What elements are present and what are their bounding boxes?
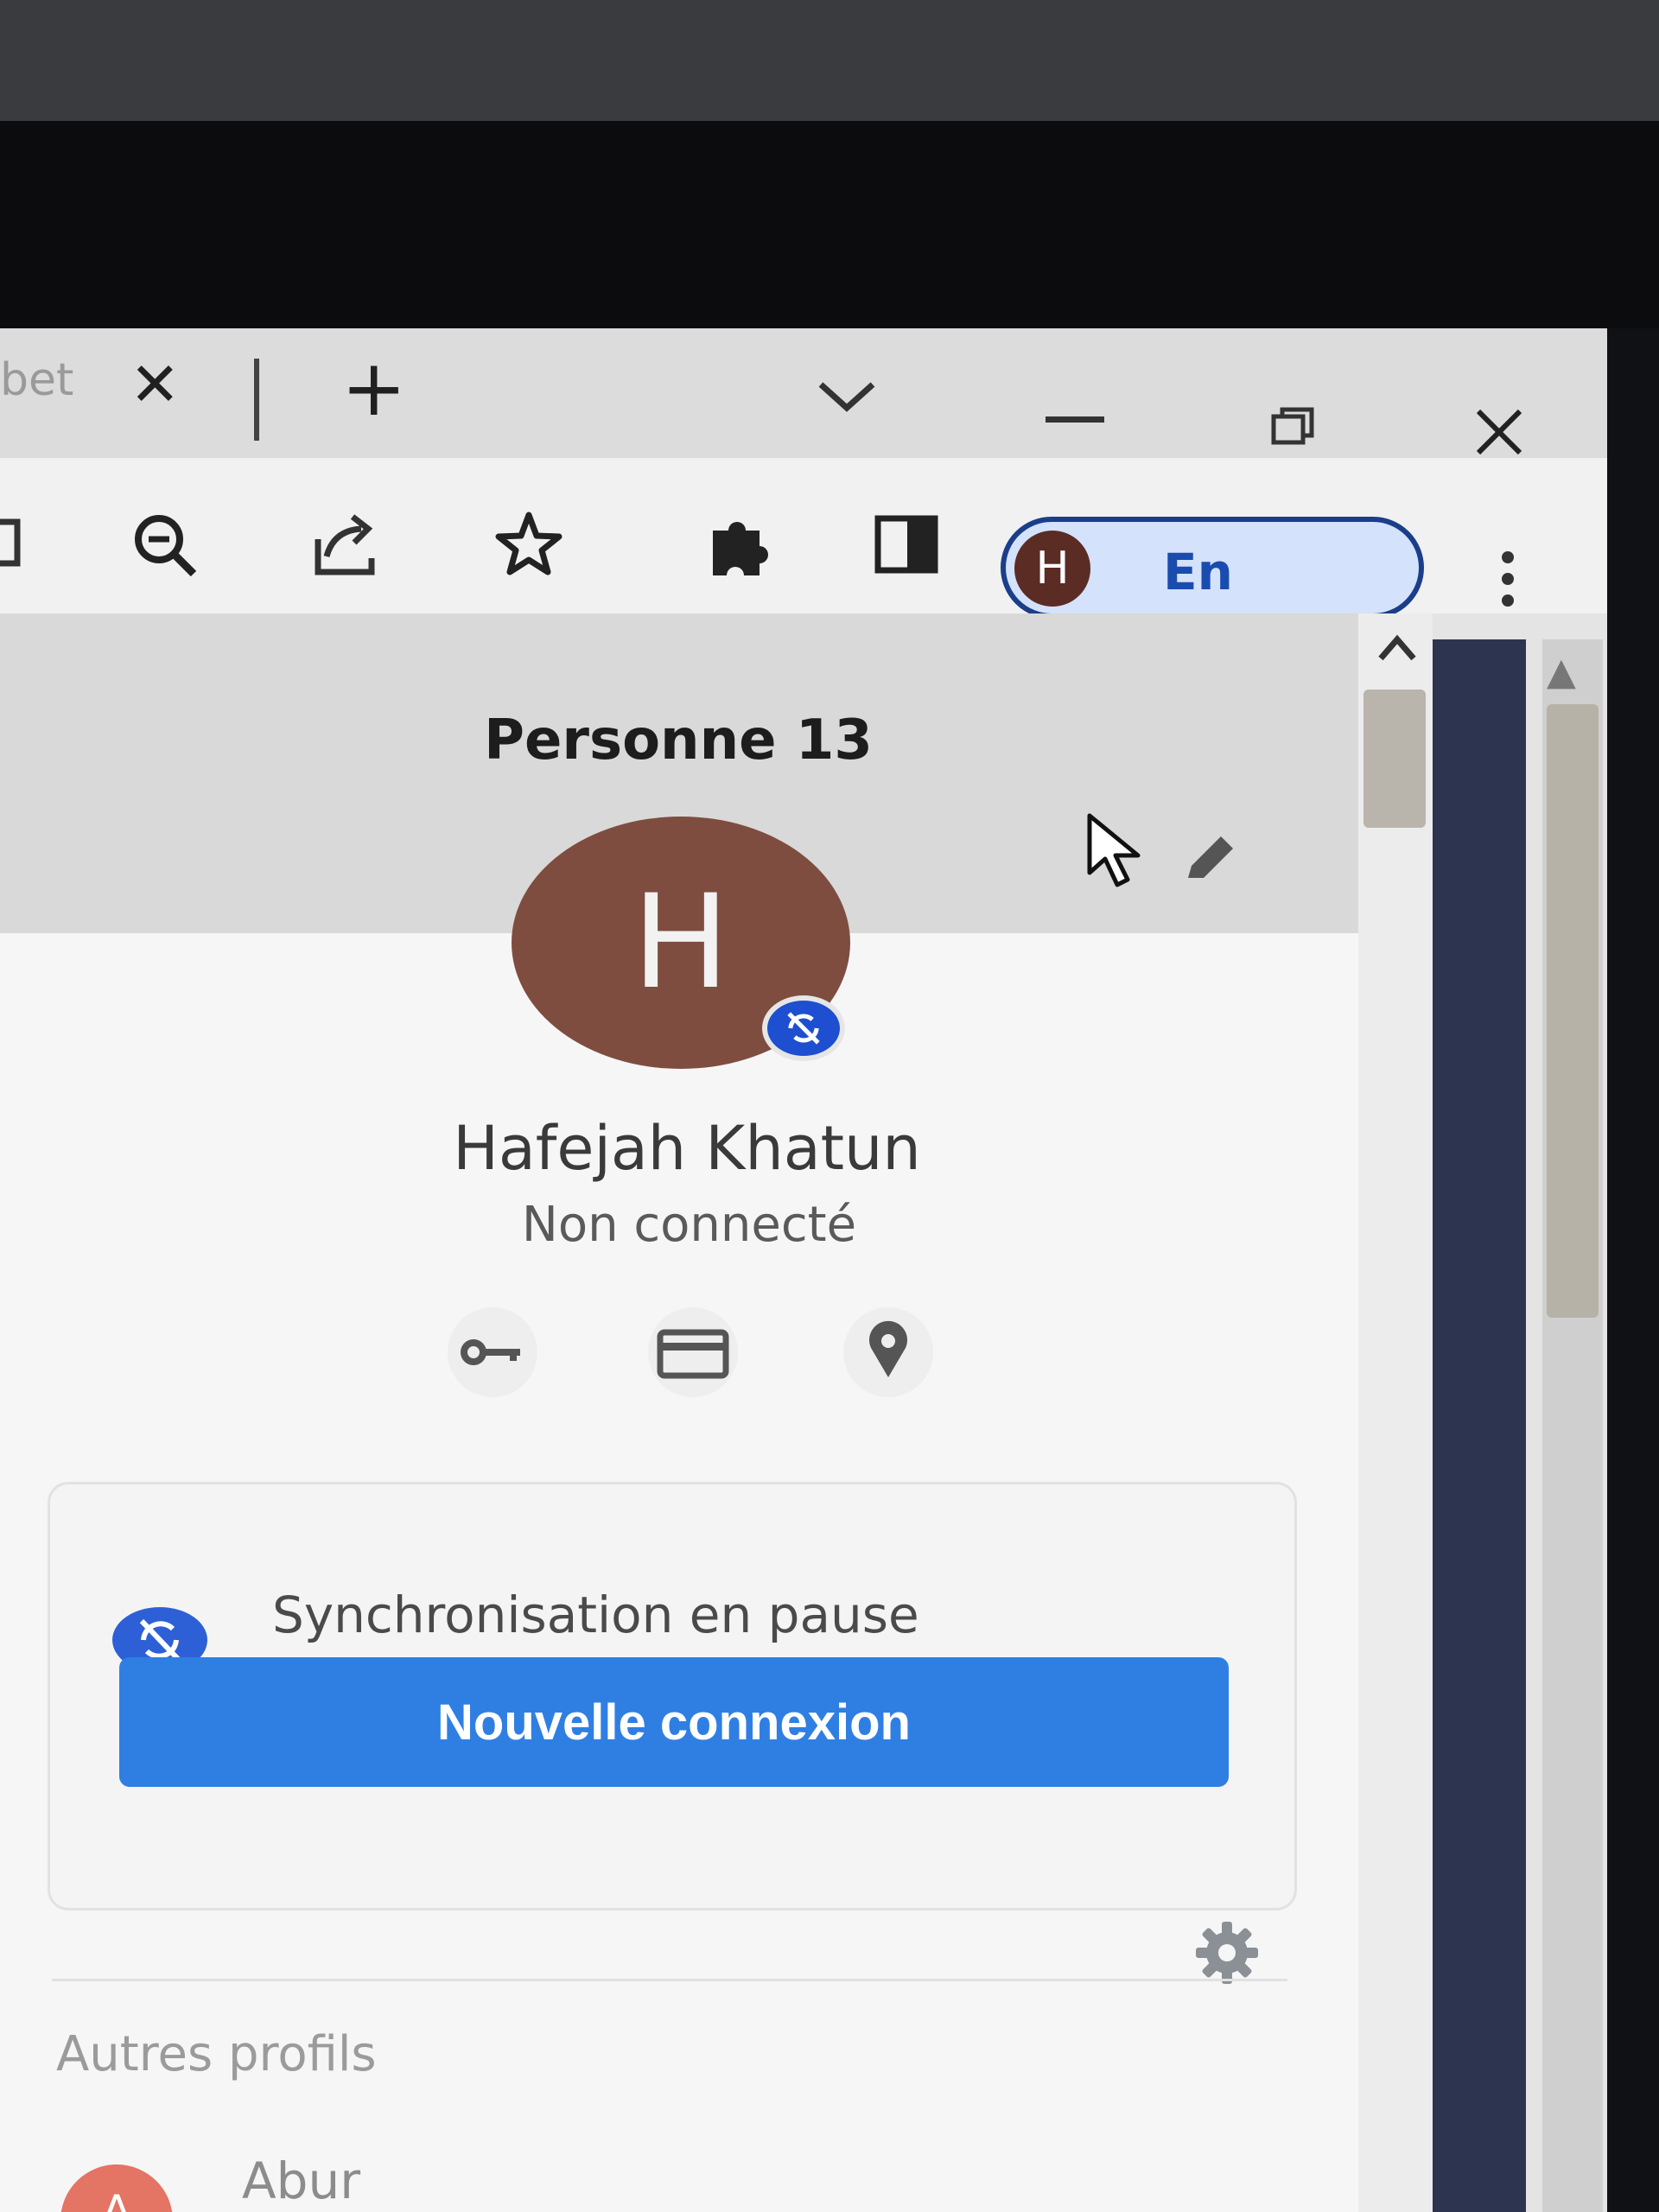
tab-strip xyxy=(0,328,1607,458)
sync-status-label: Synchronisation en pause xyxy=(272,1586,919,1644)
zoom-out-icon[interactable] xyxy=(130,510,199,579)
tab-title[interactable]: bet xyxy=(0,354,73,406)
more-menu-icon[interactable] xyxy=(1499,549,1516,609)
profile-title: Personne 13 xyxy=(484,709,873,772)
page-side-strip xyxy=(1433,639,1526,2212)
tab-close-icon[interactable]: ✕ xyxy=(130,354,181,415)
screen-bezel-right xyxy=(1607,328,1659,2212)
profile-button[interactable]: H En pause xyxy=(1001,517,1424,660)
page-scroll-up-icon[interactable]: ▲ xyxy=(1547,650,1576,694)
tab-separator xyxy=(254,359,259,441)
screen-bezel-top xyxy=(0,0,1659,121)
menu-scroll-up-icon[interactable] xyxy=(1376,631,1419,665)
new-tab-button[interactable]: + xyxy=(341,350,406,428)
menu-divider xyxy=(52,1979,1287,1981)
passwords-key-icon[interactable] xyxy=(441,1305,544,1400)
profile-menu: Personne 13 H Hafejah Khatun Non connect… xyxy=(0,613,1358,2212)
tab-search-chevron-icon[interactable] xyxy=(817,380,877,415)
menu-scrollbar[interactable] xyxy=(1358,613,1433,2212)
reconnect-button[interactable]: Nouvelle connexion xyxy=(119,1657,1229,1787)
edit-pencil-icon[interactable] xyxy=(1179,830,1240,890)
profile-avatar: H xyxy=(1014,531,1090,607)
extensions-icon[interactable] xyxy=(704,510,773,579)
other-profile-name[interactable]: Abur xyxy=(242,2152,360,2210)
sync-paused-icon xyxy=(762,995,845,1061)
user-name: Hafejah Khatun xyxy=(453,1113,921,1184)
bookmark-star-icon[interactable] xyxy=(494,510,563,579)
screenshot-icon[interactable] xyxy=(0,510,35,579)
other-profiles-heading: Autres profils xyxy=(56,2026,377,2082)
minimize-button[interactable] xyxy=(1046,416,1104,423)
sign-in-status: Non connecté xyxy=(521,1197,857,1253)
gear-icon[interactable] xyxy=(1192,1918,1262,1987)
restore-button[interactable] xyxy=(1270,406,1315,446)
window-close-button[interactable] xyxy=(1473,406,1525,458)
other-profile-avatar[interactable]: A xyxy=(60,2164,173,2212)
addresses-location-icon[interactable] xyxy=(836,1305,940,1400)
mouse-cursor-icon xyxy=(1087,813,1141,887)
page-scrollbar-thumb[interactable] xyxy=(1547,704,1599,1318)
screen-bezel xyxy=(0,121,1659,328)
menu-scrollbar-thumb[interactable] xyxy=(1363,690,1426,828)
side-panel-icon[interactable] xyxy=(873,510,942,579)
payment-card-icon[interactable] xyxy=(641,1305,745,1400)
share-icon[interactable] xyxy=(311,510,380,579)
